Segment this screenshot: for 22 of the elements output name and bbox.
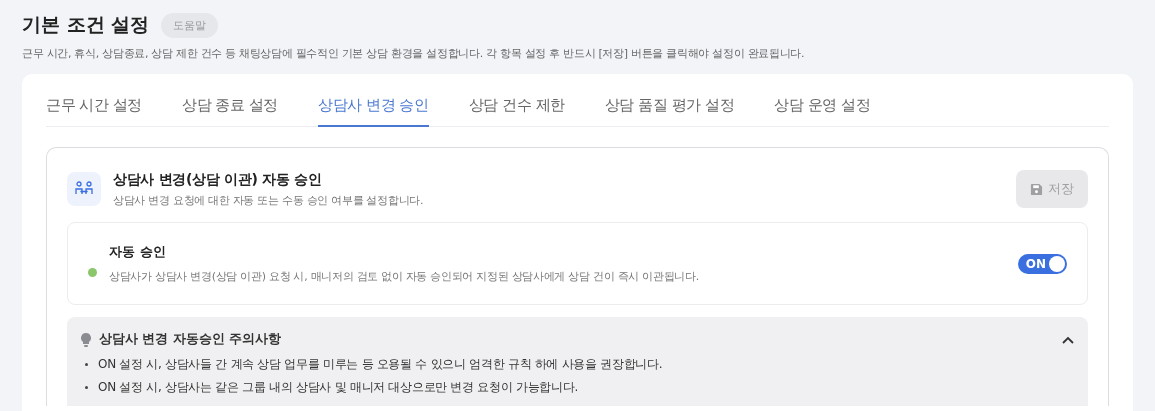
notice-text: ON 설정 시, 상담사들 간 계속 상담 업무를 미루는 등 오용될 수 있으니 엄격한 규칙 하에 사용을 권장합니다. [98,356,663,373]
bullet-dot [85,386,88,389]
notice-text: ON 설정 시, 상담사는 같은 그룹 내의 상담사 및 매니저 대상으로만 변경 요청이 가능합니다. [98,379,579,396]
chevron-icon[interactable] [1062,335,1074,344]
section-title: 상담사 변경(상담 이관) 자동 승인 [113,170,323,189]
tab[interactable]: 상담 종료 설정 [182,84,279,127]
page-description: 근무 시간, 휴식, 상담종료, 상담 제한 건수 등 채팅상담에 필수적인 기본 상담 환경을 설정합니다. 각 항목 설정 후 반드시 [저장] 버튼을 클릭해야 설정이 완료됩니다. [22,46,806,61]
lightbulb-icon [81,332,91,347]
section-subtitle: 상담사 변경 요청에 대한 자동 또는 수동 승인 여부를 설정합니다. [113,192,425,208]
tab[interactable]: 상담 건수 제한 [468,84,565,127]
option-description: 상담사가 상담사 변경(상담 이관) 요청 시, 매니저의 검토 없이 자동 승인되어 지정된 상담사에게 상담 건이 즉시 이관됩니다. [109,269,700,284]
option-title: 자동 승인 [109,243,167,261]
people-swap-icon [67,172,101,206]
tab[interactable]: 상담 운영 설정 [774,84,871,127]
tab[interactable]: 상담사 변경 승인 [318,84,429,127]
save-icon [1030,182,1043,196]
notice-title: 상담사 변경 자동승인 주의사항 [99,331,283,348]
tab[interactable]: 상담 품질 평가 설정 [604,84,735,127]
bullet-dot [85,363,88,366]
page-title: 기본 조건 설정 [22,12,150,37]
toggle-switch[interactable]: ON [1017,253,1067,274]
tab[interactable]: 근무 시간 설정 [46,84,143,127]
